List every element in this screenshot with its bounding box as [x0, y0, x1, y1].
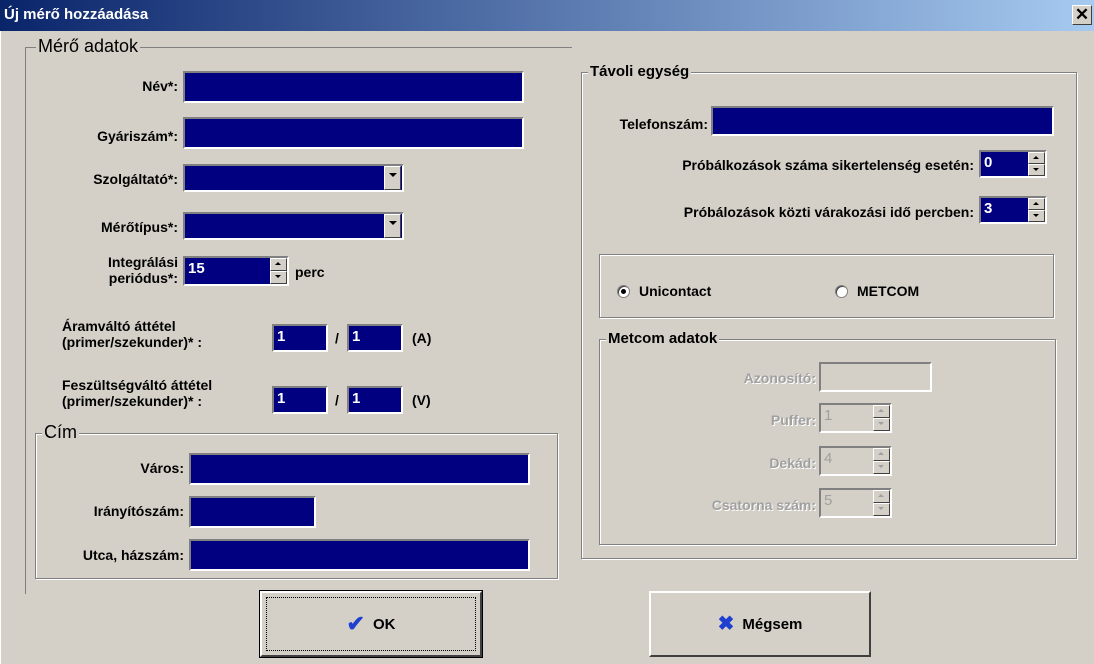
- spin-up-icon[interactable]: [1028, 198, 1045, 210]
- spin-down-icon[interactable]: [270, 271, 287, 284]
- street-field[interactable]: [189, 539, 530, 571]
- buffer-label: Puffer:: [770, 412, 816, 428]
- check-icon: ✔: [346, 611, 365, 636]
- vt-label-1: Feszültségváltó áttétel: [62, 377, 213, 393]
- focus-rect: [266, 597, 476, 651]
- spin-up-icon[interactable]: [1028, 152, 1045, 164]
- zip-label: Irányítószám:: [93, 503, 184, 519]
- ct-separator: /: [335, 330, 339, 346]
- title-bar: Új mérő hozzáadása ✕: [0, 0, 1094, 31]
- integration-label-2: periódus*:: [108, 270, 178, 286]
- integration-label-1: Integrálási: [107, 254, 178, 270]
- provider-select[interactable]: [183, 164, 404, 192]
- decade-label: Dekád:: [769, 455, 816, 471]
- provider-label: Szolgáltató*:: [93, 171, 178, 187]
- street-label: Utca, házszám:: [82, 547, 184, 563]
- buffer-stepper: [873, 405, 890, 431]
- cancel-label: Mégsem: [742, 615, 803, 633]
- decade-stepper: [873, 448, 890, 474]
- radio-unicontact-label[interactable]: Unicontact: [639, 283, 711, 299]
- spin-down-icon[interactable]: [1028, 210, 1045, 222]
- metcom-id-label: Azonosító:: [743, 370, 816, 386]
- phone-field[interactable]: [711, 106, 1054, 136]
- channel-label: Csatorna szám:: [711, 497, 816, 513]
- vt-separator: /: [335, 392, 339, 408]
- radio-unicontact[interactable]: [617, 285, 630, 298]
- window-title: Új mérő hozzáadása: [4, 6, 149, 23]
- wait-stepper[interactable]: [1028, 198, 1045, 222]
- radio-metcom-label[interactable]: METCOM: [857, 283, 919, 299]
- meter-data-legend: Mérő adatok: [36, 36, 141, 57]
- integration-period-stepper[interactable]: [270, 258, 287, 284]
- meter-type-dropdown-button[interactable]: [384, 214, 401, 238]
- ok-label: OK: [372, 615, 396, 633]
- spin-down-icon: [873, 461, 890, 474]
- serial-label: Gyáriszám*:: [97, 128, 178, 144]
- city-field[interactable]: [189, 453, 530, 485]
- vt-unit: (V): [412, 392, 431, 408]
- x-icon: ✖: [717, 613, 735, 635]
- metcom-legend: Metcom adatok: [606, 330, 720, 347]
- close-button[interactable]: ✕: [1072, 5, 1092, 25]
- spin-down-icon: [873, 418, 890, 431]
- name-field[interactable]: [183, 71, 524, 103]
- wait-label: Próbálozások közti várakozási idő percbe…: [683, 204, 974, 220]
- remote-unit-legend: Távoli egység: [588, 63, 692, 80]
- close-icon: ✕: [1074, 5, 1090, 24]
- retries-stepper[interactable]: [1028, 152, 1045, 176]
- ct-secondary-input[interactable]: 1: [347, 324, 403, 352]
- name-label: Név*:: [142, 78, 178, 94]
- ok-button[interactable]: ✔ OK: [259, 590, 483, 658]
- spin-up-icon: [873, 490, 890, 503]
- integration-unit: perc: [295, 264, 325, 280]
- address-legend: Cím: [42, 422, 79, 443]
- spin-up-icon: [873, 448, 890, 461]
- ct-primary-input[interactable]: 1: [272, 324, 328, 352]
- serial-field[interactable]: [183, 117, 524, 149]
- retries-label: Próbálkozások száma sikertelenség esetén…: [682, 157, 974, 173]
- cancel-button[interactable]: ✖ Mégsem: [649, 591, 871, 657]
- vt-primary-input[interactable]: 1: [272, 386, 328, 414]
- channel-stepper: [873, 490, 890, 516]
- zip-field[interactable]: [189, 496, 316, 528]
- ct-label-1: Áramváltó áttétel: [62, 318, 176, 334]
- spin-up-icon[interactable]: [270, 258, 287, 271]
- type-label: Mérőtípus*:: [101, 219, 178, 235]
- provider-dropdown-button[interactable]: [384, 166, 401, 190]
- ct-unit: (A): [412, 330, 432, 346]
- dialog-body: Mérő adatok Név*: Gyáriszám*: Szolgáltat…: [0, 31, 1094, 664]
- meter-type-select[interactable]: [183, 212, 404, 240]
- ct-label-2: (primer/szekunder)* :: [62, 334, 203, 350]
- radio-metcom[interactable]: [835, 285, 848, 298]
- spin-down-icon: [873, 503, 890, 516]
- spin-up-icon: [873, 405, 890, 418]
- spin-down-icon[interactable]: [1028, 164, 1045, 176]
- city-label: Város:: [140, 460, 184, 476]
- vt-secondary-input[interactable]: 1: [347, 386, 403, 414]
- metcom-id-field: [819, 362, 932, 392]
- vt-label-2: (primer/szekunder)* :: [62, 393, 203, 409]
- phone-label: Telefonszám:: [619, 116, 708, 132]
